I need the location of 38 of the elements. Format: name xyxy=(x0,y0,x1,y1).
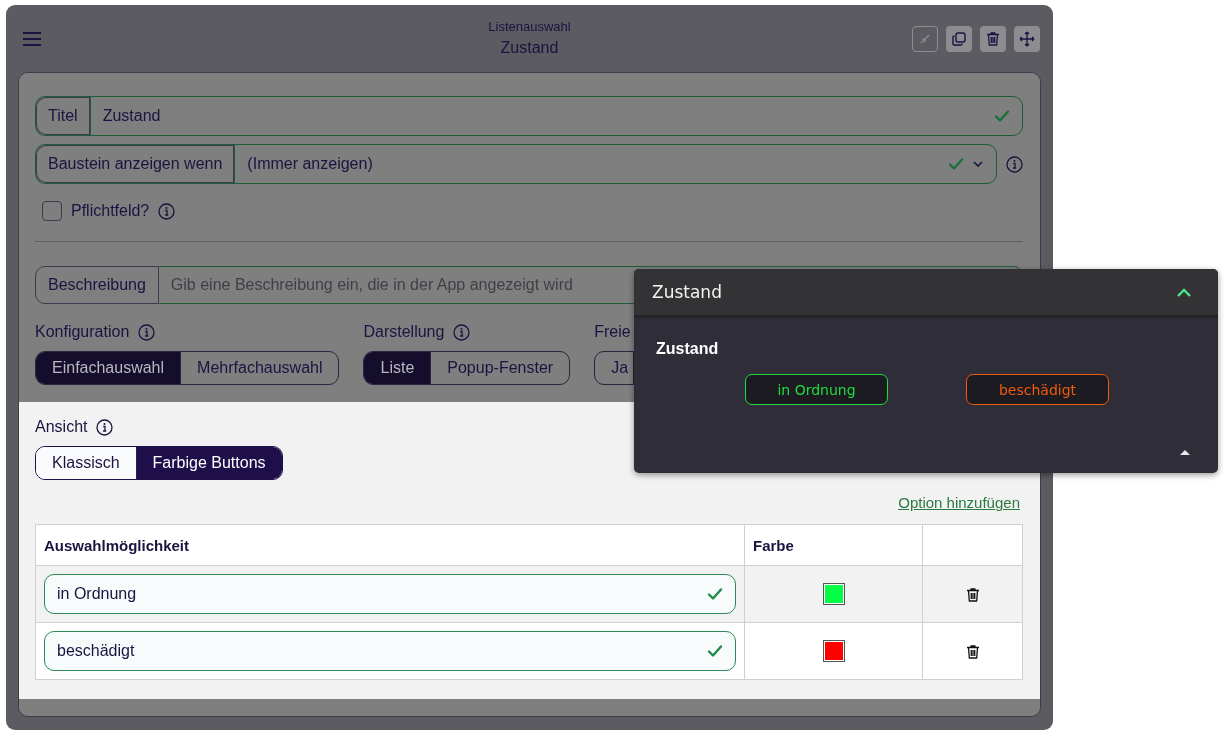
info-icon[interactable] xyxy=(96,418,114,436)
color-swatch[interactable] xyxy=(824,642,843,661)
input-field[interactable]: beschädigt xyxy=(44,631,736,671)
column-header: Farbe xyxy=(744,524,923,566)
column-header: Auswahlmöglichkeit xyxy=(35,524,745,566)
trash-icon[interactable] xyxy=(964,586,981,603)
color-swatch[interactable] xyxy=(824,585,843,604)
toggle-option[interactable]: Klassisch xyxy=(36,447,136,479)
chevron-up-icon[interactable] xyxy=(1177,287,1191,297)
menu-icon[interactable] xyxy=(23,31,41,46)
trash-icon xyxy=(985,30,1001,47)
preview-title: Zustand xyxy=(652,282,723,302)
checkbox[interactable] xyxy=(42,201,62,221)
window-subtitle: Listenauswahl xyxy=(488,19,571,34)
checkbox-label: Pflichtfeld? xyxy=(71,202,150,220)
toggle-option[interactable]: Liste xyxy=(364,352,431,384)
choice-button[interactable]: beschädigt xyxy=(966,374,1109,405)
trash-button[interactable] xyxy=(980,25,1006,52)
caret-up-icon[interactable] xyxy=(1180,449,1190,455)
copy-button[interactable] xyxy=(946,25,972,52)
field-label: Beschreibung xyxy=(35,266,159,304)
toggle-option[interactable]: Popup-Fenster xyxy=(430,352,570,384)
move-arrows-button[interactable] xyxy=(1014,25,1040,52)
group-label: Konfiguration xyxy=(35,323,130,341)
choice-button[interactable]: in Ordnung xyxy=(745,374,888,405)
trash-icon[interactable] xyxy=(964,643,981,660)
window-title: Zustand xyxy=(500,39,559,57)
move-arrows-icon xyxy=(1019,30,1035,47)
group-label: Freie xyxy=(594,323,631,341)
toggle-option[interactable]: Einfachauswahl xyxy=(36,352,181,384)
copy-icon xyxy=(951,30,967,47)
group-label: Darstellung xyxy=(363,323,445,341)
input-field[interactable]: in Ordnung xyxy=(44,574,736,614)
add-option-link[interactable]: Option hinzufügen xyxy=(898,494,1020,511)
group-label: Ansicht xyxy=(35,418,88,436)
preview-heading: Zustand xyxy=(656,340,720,358)
toggle-option[interactable]: Farbige Buttons xyxy=(135,447,282,479)
toggle-option[interactable]: Mehrfachauswahl xyxy=(180,352,339,384)
